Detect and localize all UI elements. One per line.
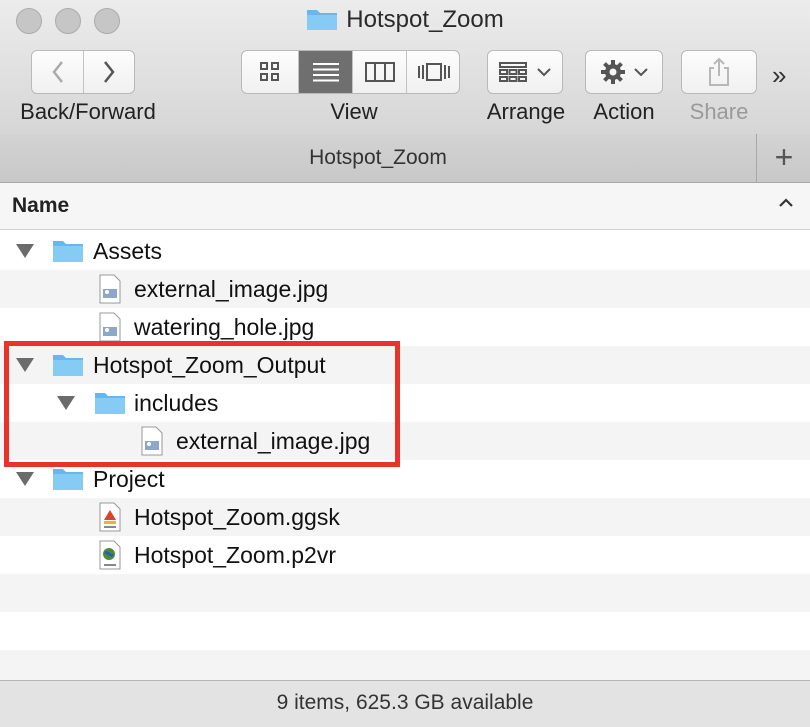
folder-icon bbox=[306, 7, 338, 38]
chevron-down-icon bbox=[634, 68, 648, 77]
window-title: Hotspot_Zoom bbox=[0, 6, 810, 38]
list-item-label: Hotspot_Zoom.p2vr bbox=[134, 542, 336, 568]
empty-row bbox=[0, 574, 810, 612]
share-label: Share bbox=[689, 99, 749, 124]
image-file-icon bbox=[99, 274, 121, 304]
status-bar: 9 items, 625.3 GB available bbox=[0, 680, 810, 727]
back-button[interactable] bbox=[32, 51, 83, 93]
list-item-label: external_image.jpg bbox=[134, 276, 329, 302]
arrange-button[interactable] bbox=[487, 50, 563, 94]
back-forward-label: Back/Forward bbox=[20, 99, 156, 124]
share-button-face bbox=[682, 51, 756, 93]
empty-row bbox=[0, 612, 810, 650]
view-label: View bbox=[330, 99, 378, 124]
chevron-right-icon bbox=[104, 61, 115, 83]
action-label: Action bbox=[593, 99, 655, 124]
window-toolbar: Hotspot_Zoom Back/Forward View Arrange A… bbox=[0, 0, 810, 135]
toolbar-overflow-button[interactable]: » bbox=[772, 60, 786, 91]
view-segmented-control bbox=[241, 50, 460, 94]
folder-icon bbox=[53, 241, 83, 262]
image-file-icon bbox=[99, 312, 121, 342]
chevron-left-icon bbox=[51, 61, 63, 83]
name-column-header[interactable]: Name bbox=[12, 194, 69, 218]
arrange-button-face bbox=[488, 51, 562, 93]
list-item-label: watering_hole.jpg bbox=[134, 314, 315, 340]
ggsk-file-icon bbox=[99, 502, 121, 532]
disclosure-triangle-icon[interactable] bbox=[16, 244, 34, 258]
chevron-down-icon bbox=[537, 68, 551, 77]
list-item[interactable]: Hotspot_Zoom.p2vr bbox=[0, 536, 810, 574]
p2vr-file-icon bbox=[99, 540, 121, 570]
window-title-text: Hotspot_Zoom bbox=[346, 6, 504, 33]
list-item-label: Project bbox=[93, 466, 165, 492]
back-forward-control bbox=[31, 50, 135, 94]
arrange-label: Arrange bbox=[486, 99, 566, 124]
list-item-label: Assets bbox=[93, 238, 163, 264]
list-view-button[interactable] bbox=[298, 51, 352, 93]
list-item[interactable]: Hotspot_Zoom.ggsk bbox=[0, 498, 810, 536]
sort-ascending-icon[interactable] bbox=[777, 193, 795, 213]
list-item[interactable]: external_image.jpg bbox=[0, 270, 810, 308]
column-view-button[interactable] bbox=[352, 51, 406, 93]
arrange-grid-icon bbox=[499, 62, 527, 82]
icon-view-button[interactable] bbox=[242, 51, 298, 93]
folder-icon bbox=[53, 469, 83, 490]
tab-bar: Hotspot_Zoom + bbox=[0, 134, 810, 183]
list-item[interactable]: Assets bbox=[0, 232, 810, 270]
action-button-face bbox=[586, 51, 662, 93]
add-tab-button[interactable]: + bbox=[758, 134, 810, 182]
column-header: Name bbox=[0, 183, 810, 230]
disclosure-triangle-icon[interactable] bbox=[16, 472, 34, 486]
share-button[interactable] bbox=[681, 50, 757, 94]
icon-grid-icon bbox=[260, 62, 279, 81]
forward-button[interactable] bbox=[83, 51, 134, 93]
list-lines-icon bbox=[312, 63, 339, 82]
action-button[interactable] bbox=[585, 50, 663, 94]
share-icon bbox=[709, 57, 729, 86]
highlight-annotation-box bbox=[4, 341, 400, 467]
gallery-view-button[interactable] bbox=[406, 51, 459, 93]
tab-hotspot-zoom[interactable]: Hotspot_Zoom bbox=[0, 134, 757, 182]
cover-flow-icon bbox=[418, 63, 450, 81]
gear-icon bbox=[601, 60, 625, 84]
list-item-label: Hotspot_Zoom.ggsk bbox=[134, 504, 340, 530]
columns-icon bbox=[364, 62, 395, 82]
